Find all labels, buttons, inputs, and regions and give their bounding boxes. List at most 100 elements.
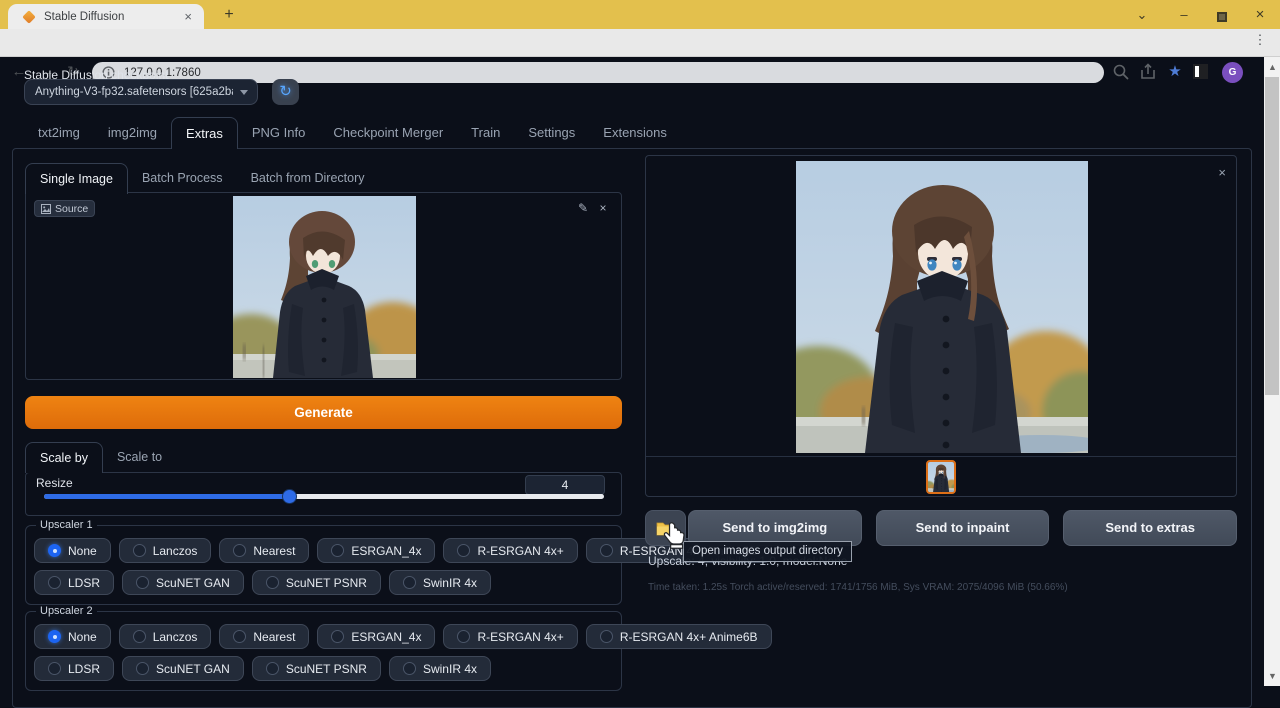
tab-checkpoint-merger[interactable]: Checkpoint Merger [319, 117, 457, 148]
scale-tab-bar: Scale by Scale to [25, 441, 176, 473]
share-icon[interactable] [1137, 61, 1159, 83]
resize-slider-handle[interactable] [283, 490, 297, 503]
profile-avatar[interactable]: G [1222, 61, 1243, 83]
radio-icon [331, 630, 345, 643]
send-to-extras-button[interactable]: Send to extras [1063, 510, 1238, 546]
upscaler1-option-lanczos[interactable]: Lanczos [118, 538, 212, 563]
checkpoint-value: Anything-V3-fp32.safetensors [625a2ba2] [35, 86, 233, 98]
window-chevron-icon[interactable]: ⌄ [1132, 6, 1152, 24]
side-panel-icon[interactable] [1193, 64, 1208, 79]
tab-scale-to[interactable]: Scale to [103, 442, 176, 472]
clear-image-icon[interactable]: × [595, 201, 611, 215]
tab-batch-from-directory[interactable]: Batch from Directory [237, 163, 379, 193]
scroll-down-icon[interactable]: ▼ [1268, 672, 1277, 681]
upscaler1-option-resrgan4x[interactable]: R-ESRGAN 4x+ [443, 538, 578, 563]
source-badge-label: Source [55, 202, 89, 215]
browser-toolbar: ← → ↻ 127.0.0.1:7860 ★ G ⋮ [0, 29, 1280, 83]
result-image[interactable] [796, 161, 1088, 453]
gradio-favicon-icon [23, 10, 35, 23]
upscaler2-option-esrgan4x[interactable]: ESRGAN_4x [317, 624, 436, 649]
page-scrollbar[interactable]: ▲ ▼ [1264, 57, 1280, 686]
upscaler2-option-scunet-psnr[interactable]: ScuNET PSNR [251, 656, 381, 681]
option-label: ScuNET PSNR [285, 575, 367, 590]
tab-txt2img[interactable]: txt2img [24, 117, 94, 148]
option-label: R-ESRGAN 4x+ Anime6B [619, 629, 758, 644]
radio-icon [136, 576, 150, 589]
upscaler2-option-swinir4x[interactable]: SwinIR 4x [388, 656, 491, 681]
upscaler1-label: Upscaler 1 [36, 519, 97, 531]
upscaler1-option-scunet-gan[interactable]: ScuNET GAN [122, 570, 244, 595]
upscaler1-option-scunet-psnr[interactable]: ScuNET PSNR [251, 570, 381, 595]
upscaler2-option-ldsr[interactable]: LDSR [34, 656, 115, 681]
tab-close-icon[interactable]: × [180, 9, 196, 24]
tab-extensions[interactable]: Extensions [589, 117, 681, 148]
option-label: SwinIR 4x [422, 661, 477, 676]
tab-settings[interactable]: Settings [514, 117, 589, 148]
upscaler2-group: Upscaler 2 None Lanczos Nearest ESRGAN_4… [25, 605, 772, 691]
option-label: None [68, 543, 97, 558]
zoom-icon[interactable] [1110, 61, 1132, 83]
source-badge: Source [34, 200, 96, 217]
new-tab-button[interactable]: + [218, 6, 240, 24]
upscaler2-option-resrgan-anime6b[interactable]: R-ESRGAN 4x+ Anime6B [585, 624, 772, 649]
upscaler1-option-swinir4x[interactable]: SwinIR 4x [388, 570, 491, 595]
radio-icon [265, 662, 279, 675]
upscaler2-option-resrgan4x[interactable]: R-ESRGAN 4x+ [443, 624, 578, 649]
option-label: SwinIR 4x [422, 575, 477, 590]
option-label: Nearest [253, 543, 296, 558]
upscaler1-group: Upscaler 1 None Lanczos Nearest ESRGAN_4… [25, 519, 772, 605]
bookmark-star-icon[interactable]: ★ [1164, 61, 1186, 83]
option-label: ESRGAN_4x [351, 629, 422, 644]
tab-batch-process[interactable]: Batch Process [128, 163, 237, 193]
upscaler1-option-nearest[interactable]: Nearest [219, 538, 310, 563]
radio-icon [136, 662, 150, 675]
output-directory-tooltip: Open images output directory [683, 541, 852, 562]
tab-img2img[interactable]: img2img [94, 117, 171, 148]
radio-icon [402, 576, 416, 589]
window-maximize-button[interactable] [1212, 9, 1232, 27]
upscaler1-option-esrgan4x[interactable]: ESRGAN_4x [317, 538, 436, 563]
browser-tab[interactable]: Stable Diffusion × [8, 4, 204, 29]
tab-single-image[interactable]: Single Image [25, 163, 128, 194]
radio-icon [402, 662, 416, 675]
gallery-close-icon[interactable]: × [1218, 165, 1226, 180]
upscaler2-option-lanczos[interactable]: Lanczos [118, 624, 212, 649]
send-to-inpaint-button[interactable]: Send to inpaint [875, 510, 1050, 546]
tab-extras[interactable]: Extras [171, 117, 238, 149]
result-gallery: × [645, 155, 1237, 497]
edit-image-icon[interactable]: ✎ [575, 201, 591, 215]
upscaler1-option-none[interactable]: None [34, 538, 111, 563]
upscaler2-option-none[interactable]: None [34, 624, 111, 649]
source-image-dropzone[interactable]: Source ✎ × [25, 192, 622, 380]
option-label: Lanczos [152, 543, 198, 558]
option-label: ScuNET GAN [156, 661, 230, 676]
radio-icon [48, 576, 61, 589]
checkpoint-dropdown[interactable]: Anything-V3-fp32.safetensors [625a2ba2] [24, 79, 258, 105]
option-label: None [68, 629, 97, 644]
resize-value-input[interactable]: 4 [525, 475, 605, 495]
option-label: LDSR [68, 575, 101, 590]
option-label: Lanczos [152, 629, 198, 644]
extras-mode-tab-bar: Single Image Batch Process Batch from Di… [25, 160, 379, 194]
refresh-checkpoints-button[interactable]: ↻ [272, 79, 299, 105]
upscaler1-option-ldsr[interactable]: LDSR [34, 570, 115, 595]
browser-menu-icon[interactable]: ⋮ [1252, 29, 1268, 51]
upscaler2-option-nearest[interactable]: Nearest [219, 624, 310, 649]
gallery-thumbnail-selected[interactable] [926, 460, 956, 494]
upscaler2-option-scunet-gan[interactable]: ScuNET GAN [122, 656, 244, 681]
gallery-thumbnail-strip [646, 456, 1236, 497]
scroll-up-icon[interactable]: ▲ [1268, 63, 1277, 72]
resize-slider-track[interactable] [44, 490, 604, 503]
tab-scale-by[interactable]: Scale by [25, 442, 103, 473]
tab-png-info[interactable]: PNG Info [238, 117, 319, 148]
source-image[interactable] [233, 195, 416, 379]
window-minimize-button[interactable]: – [1174, 6, 1194, 24]
tab-train[interactable]: Train [457, 117, 514, 148]
scrollbar-thumb[interactable] [1265, 77, 1279, 395]
window-close-button[interactable]: × [1250, 6, 1270, 24]
image-icon [41, 203, 51, 214]
option-label: ESRGAN_4x [351, 543, 422, 558]
resize-label: Resize [36, 476, 73, 490]
generate-button[interactable]: Generate [25, 396, 622, 429]
option-label: ScuNET PSNR [285, 661, 367, 676]
